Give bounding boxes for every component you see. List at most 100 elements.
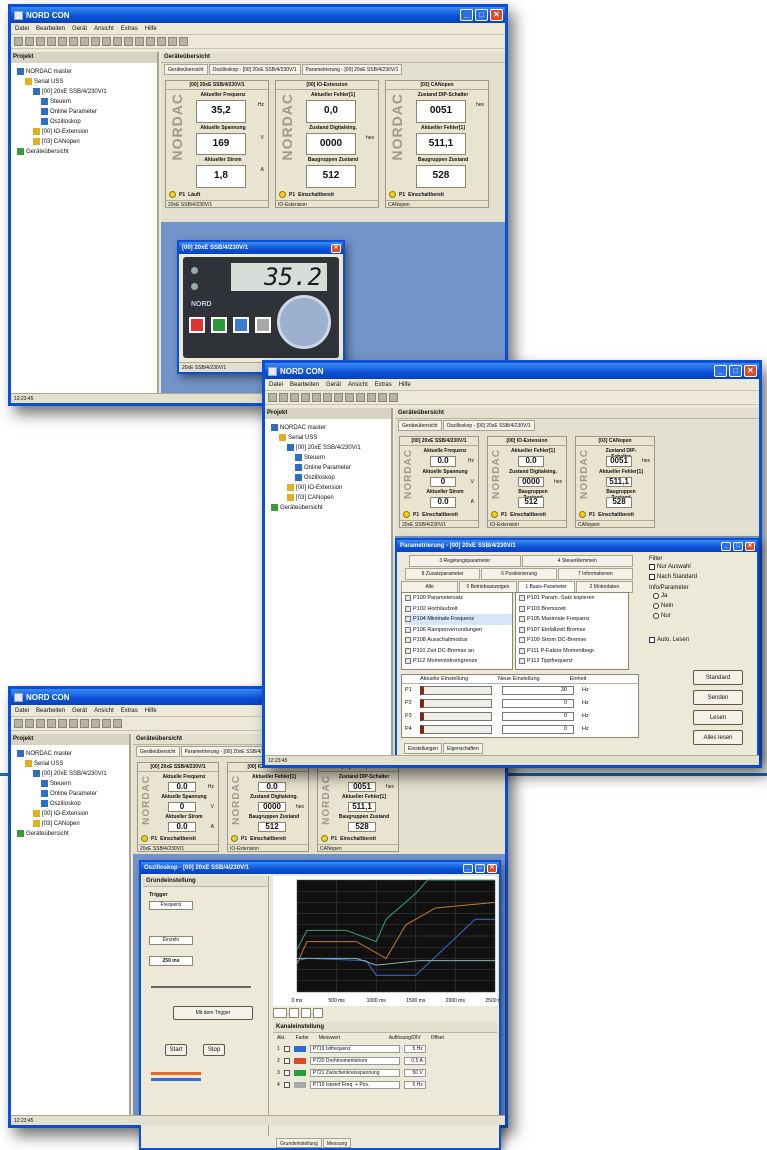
tab-basic-settings[interactable]: Grundeinstellung: [276, 1138, 322, 1148]
device-card[interactable]: [00] IO-ExtensionNORDACAktueller Fehler[…: [227, 762, 309, 852]
checkbox-icon[interactable]: [405, 647, 411, 654]
close-button[interactable]: ✕: [744, 365, 757, 377]
device-card[interactable]: [00] 20xE SSB/4/230V/1 NORDAC Aktuelle Fre…: [399, 436, 479, 528]
checkbox-icon[interactable]: [519, 626, 525, 633]
param-tab[interactable]: 7 Informationen: [557, 568, 633, 580]
direction-button[interactable]: [233, 317, 249, 333]
osc-close-button[interactable]: ✕: [487, 863, 497, 873]
menu-hilfe[interactable]: Hilfe: [145, 708, 157, 714]
tab-overview[interactable]: Geräteübersicht: [136, 746, 180, 757]
settings-icon[interactable]: [367, 393, 376, 402]
menu-ansicht[interactable]: Ansicht: [348, 382, 368, 388]
tree-item[interactable]: Steuern: [17, 779, 123, 789]
parameter-list-item[interactable]: P108 Ausschaltmodus: [405, 635, 512, 646]
cut-icon[interactable]: [58, 37, 67, 46]
channel-row[interactable]: 4 P719 Istwert Freq. + Pos. 5 Hz: [273, 1079, 497, 1091]
menu-bearbeiten[interactable]: Bearbeiten: [290, 382, 319, 388]
device-card[interactable]: [00] 20xE SSB/4/230V/1 NORDAC Aktueller Fr…: [165, 80, 269, 208]
cursor-icon[interactable]: [313, 1008, 323, 1018]
parameter-list-item[interactable]: P102 Hochlaufzeit: [405, 604, 512, 615]
menu-geraet[interactable]: Gerät: [72, 26, 87, 32]
save-icon[interactable]: [36, 719, 45, 728]
download-icon[interactable]: [102, 719, 111, 728]
upload-icon[interactable]: [113, 37, 122, 46]
stop-button[interactable]: [189, 317, 205, 333]
parameter-list-item[interactable]: P110 Zeit DC-Bremse an: [405, 646, 512, 657]
play-icon[interactable]: [157, 37, 166, 46]
param-action-button[interactable]: Senden: [693, 690, 743, 705]
time-slider[interactable]: [151, 986, 251, 988]
tab-overview[interactable]: Geräteübersicht: [164, 64, 208, 75]
menu-bearbeiten[interactable]: Bearbeiten: [36, 708, 65, 714]
tab-settings[interactable]: Einstellungen: [404, 743, 443, 754]
maximize-button[interactable]: □: [729, 365, 742, 377]
param-close-button[interactable]: ✕: [745, 541, 755, 551]
parameter-list-item[interactable]: P111 P-Faktor Momentbegr.: [519, 646, 628, 657]
minimize-button[interactable]: _: [714, 365, 727, 377]
tree-item[interactable]: [00] 20xE SSB/4/230V/1: [17, 87, 151, 97]
tree-item[interactable]: Online Parameter: [271, 463, 385, 473]
checkbox-icon[interactable]: [519, 658, 525, 665]
param-action-button[interactable]: Lesen: [693, 710, 743, 725]
menu-extras[interactable]: Extras: [375, 382, 392, 388]
auto-read-checkbox[interactable]: Auto. Lesen: [649, 635, 751, 645]
device-card[interactable]: [03] CANopen NORDAC Zustand DIP-Schalter 00…: [385, 80, 489, 208]
tree-item[interactable]: [00] IO-Extension: [17, 127, 151, 137]
trigger-select[interactable]: Frequenz: [149, 901, 193, 910]
print-icon[interactable]: [47, 719, 56, 728]
parameter-list-item[interactable]: P106 Rampenverrundungen: [405, 625, 512, 636]
enter-button[interactable]: [255, 317, 271, 333]
parameter-list-item[interactable]: P109 Strom DC-Bremse: [519, 635, 628, 646]
menu-extras[interactable]: Extras: [121, 26, 138, 32]
tree-item[interactable]: [00] IO-Extension: [17, 809, 123, 819]
radio-option[interactable]: Ja: [649, 591, 751, 601]
open-icon[interactable]: [279, 393, 288, 402]
help-icon[interactable]: [179, 37, 188, 46]
tree-item[interactable]: Serial USS: [271, 433, 385, 443]
tree-item[interactable]: Online Parameter: [17, 789, 123, 799]
osc-start-button[interactable]: Start: [165, 1044, 187, 1056]
new-value-field[interactable]: 0: [502, 699, 574, 708]
tree-item[interactable]: Oszilloskop: [271, 473, 385, 483]
channel-row[interactable]: 3 P721 Zwischenkreisspannung 50 V: [273, 1067, 497, 1079]
param-action-button[interactable]: Alles lesen: [693, 730, 743, 745]
checkbox-icon[interactable]: [519, 605, 525, 612]
menu-datei[interactable]: Datei: [15, 26, 29, 32]
menu-bearbeiten[interactable]: Bearbeiten: [36, 26, 65, 32]
checkbox-icon[interactable]: [519, 647, 525, 654]
new-icon[interactable]: [14, 37, 23, 46]
print-icon[interactable]: [47, 37, 56, 46]
tree-item[interactable]: Steuern: [17, 97, 151, 107]
tree-item[interactable]: [00] IO-Extension: [271, 483, 385, 493]
delete-icon[interactable]: [91, 37, 100, 46]
menu-datei[interactable]: Datei: [15, 708, 29, 714]
tab-oscilloscope[interactable]: Oszilloskop - [00] 20xE SSB/4/230V/1: [442, 420, 535, 431]
cut-icon[interactable]: [312, 393, 321, 402]
parameter-list-item[interactable]: P112 Momentstromgrenze: [405, 656, 512, 667]
tree-item[interactable]: Geräteübersicht: [271, 503, 385, 513]
checkbox-icon[interactable]: [405, 626, 411, 633]
tree-item[interactable]: Steuern: [271, 453, 385, 463]
menu-geraet[interactable]: Gerät: [326, 382, 341, 388]
menu-hilfe[interactable]: Hilfe: [399, 382, 411, 388]
device-card[interactable]: [00] 20xE SSB/4/230V/1 NORDAC Aktuelle Fre…: [137, 762, 219, 852]
parameter-list-item[interactable]: P100 Parametersatz: [405, 593, 512, 604]
tree-item[interactable]: Geräteübersicht: [17, 147, 151, 157]
tree-item[interactable]: [03] CANopen: [271, 493, 385, 503]
osc-maximize-button[interactable]: □: [475, 863, 485, 873]
param-tab[interactable]: 8 Zusatzparameter: [405, 568, 481, 580]
tab-measurement[interactable]: Messung: [322, 1138, 352, 1148]
copy-icon[interactable]: [69, 719, 78, 728]
open-icon[interactable]: [25, 37, 34, 46]
menu-extras[interactable]: Extras: [121, 708, 138, 714]
tree-item[interactable]: Oszilloskop: [17, 799, 123, 809]
new-icon[interactable]: [268, 393, 277, 402]
osc-minimize-button[interactable]: _: [463, 863, 473, 873]
param-tab[interactable]: 6 Positionierung: [481, 568, 557, 580]
zoom-in-icon[interactable]: [289, 1008, 299, 1018]
download-icon[interactable]: [356, 393, 365, 402]
minimize-button[interactable]: _: [460, 9, 473, 21]
time-select[interactable]: 250 ms: [149, 956, 193, 966]
tree-item[interactable]: Online Parameter: [17, 107, 151, 117]
menu-datei[interactable]: Datei: [269, 382, 283, 388]
